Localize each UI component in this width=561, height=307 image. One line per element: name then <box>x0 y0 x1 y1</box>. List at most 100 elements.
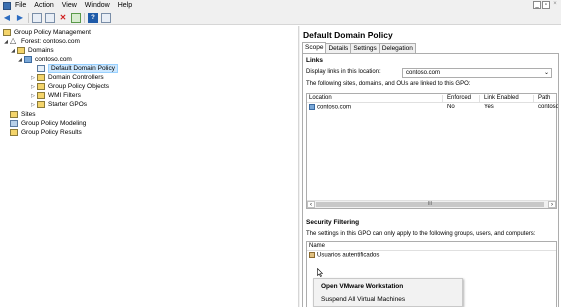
folder-icon <box>37 92 45 99</box>
location-value: contoso.com <box>406 70 441 76</box>
tree-item-starter-gpos[interactable]: ▷ Starter GPOs <box>30 100 87 109</box>
tree-item-label: Domain Controllers <box>48 74 104 81</box>
expand-chevron-icon[interactable]: ▷ <box>30 75 36 81</box>
tree-modeling[interactable]: Group Policy Modeling <box>9 119 86 128</box>
tree-results[interactable]: Group Policy Results <box>9 128 82 137</box>
links-grid: Location Enforced Link Enabled Path cont… <box>306 93 558 209</box>
list-item[interactable]: Usuarios autentificados <box>307 252 556 260</box>
chevron-down-icon[interactable]: ⌄ <box>544 69 549 77</box>
menu-file[interactable]: File <box>15 2 26 9</box>
forest-icon <box>10 36 18 45</box>
mouse-cursor-icon <box>317 268 323 277</box>
tree-item-group-policy-objects[interactable]: ▷ Group Policy Objects <box>30 82 109 91</box>
menu-help[interactable]: Help <box>118 2 132 9</box>
security-heading: Security Filtering <box>306 219 360 226</box>
menu-action[interactable]: Action <box>34 2 53 9</box>
tree-forest[interactable]: ◢ Forest: contoso.com <box>3 36 80 46</box>
tree-item-label: Default Domain Policy <box>48 64 118 73</box>
tab-delegation[interactable]: Delegation <box>378 43 416 53</box>
detail-title: Default Domain Policy <box>303 30 393 40</box>
detail-tabs: Scope Details Settings Delegation <box>302 42 416 53</box>
table-row[interactable]: contoso.com No Yes contoso <box>307 104 558 112</box>
menu-view[interactable]: View <box>62 2 77 9</box>
col-location[interactable]: Location <box>307 95 443 103</box>
collapse-chevron-icon[interactable]: ◢ <box>3 39 9 45</box>
toolbar-divider <box>28 12 29 23</box>
context-menu: Open VMware Workstation Suspend All Virt… <box>313 278 463 307</box>
scroll-right-icon[interactable]: › <box>548 201 556 208</box>
col-link-enabled[interactable]: Link Enabled <box>482 95 534 103</box>
tree-item-label: Group Policy Objects <box>48 83 110 90</box>
tree-domain[interactable]: ◢ contoso.com <box>17 55 72 64</box>
links-heading: Links <box>306 57 323 64</box>
ou-folder-icon <box>37 74 45 81</box>
toolbar-divider <box>84 12 85 23</box>
location-dropdown[interactable]: contoso.com ⌄ <box>402 68 552 78</box>
minimize-icon[interactable]: _ <box>533 1 541 9</box>
menu-item-open-vmware[interactable]: Open VMware Workstation <box>314 280 462 293</box>
tab-details[interactable]: Details <box>325 43 352 53</box>
tree-modeling-label: Group Policy Modeling <box>21 120 87 127</box>
tree-item-default-domain-policy[interactable]: Default Domain Policy <box>30 64 118 73</box>
domain-icon <box>24 56 32 63</box>
tree-forest-label: Forest: contoso.com <box>21 38 80 45</box>
link-enforced: No <box>447 104 455 110</box>
detail-pane: Default Domain Policy Scope Details Sett… <box>300 26 561 307</box>
expand-chevron-icon[interactable]: ▷ <box>30 93 36 99</box>
folder-icon[interactable] <box>32 12 42 23</box>
help-icon[interactable]: ? <box>88 12 98 23</box>
scroll-left-icon[interactable]: ‹ <box>307 201 315 208</box>
tree-domain-label: contoso.com <box>35 56 72 63</box>
tree-domains[interactable]: ◢ Domains <box>10 46 54 55</box>
tree-sites[interactable]: Sites <box>9 110 35 119</box>
tree-item-label: Starter GPOs <box>48 101 88 108</box>
link-location: contoso.com <box>317 104 352 111</box>
folder-icon <box>37 83 45 90</box>
expand-chevron-icon[interactable]: ▷ <box>30 84 36 90</box>
back-arrow-icon[interactable]: ◀ <box>2 13 12 23</box>
delete-icon[interactable]: ✕ <box>58 13 68 23</box>
collapse-chevron-icon[interactable]: ◢ <box>10 48 16 54</box>
menu-item-suspend-all[interactable]: Suspend All Virtual Machines <box>314 293 462 306</box>
collapse-chevron-icon[interactable]: ◢ <box>17 57 23 63</box>
results-folder-icon <box>10 129 18 136</box>
scope-panel: Links Display links in this location: Th… <box>302 53 559 307</box>
link-path: contoso <box>538 104 558 110</box>
col-enforced[interactable]: Enforced <box>445 95 480 103</box>
domain-icon <box>309 104 315 110</box>
security-description: The settings in this GPO can only apply … <box>306 231 536 237</box>
scroll-thumb[interactable]: III <box>316 202 544 207</box>
security-principal: Usuarios autentificados <box>317 252 380 259</box>
col-name[interactable]: Name <box>307 243 558 251</box>
refresh-icon[interactable] <box>71 12 81 23</box>
tree-root-label: Group Policy Management <box>14 29 91 36</box>
forward-arrow-icon[interactable]: ▶ <box>15 13 25 23</box>
window-controls: _ ▫ × <box>533 1 559 9</box>
tree-results-label: Group Policy Results <box>21 129 82 136</box>
menu-bar: File Action View Window Help _ ▫ × <box>0 0 561 11</box>
tree-item-wmi-filters[interactable]: ▷ WMI Filters <box>30 91 81 100</box>
tree-item-domain-controllers[interactable]: ▷ Domain Controllers <box>30 73 104 82</box>
gpmc-app-icon <box>3 1 11 10</box>
security-grid-header: Name <box>307 242 556 251</box>
restore-icon[interactable]: ▫ <box>542 1 550 9</box>
gpm-root-icon <box>3 29 11 36</box>
linked-description: The following sites, domains, and OUs ar… <box>306 81 471 87</box>
menu-window[interactable]: Window <box>85 2 110 9</box>
tab-settings[interactable]: Settings <box>350 43 380 53</box>
links-grid-header: Location Enforced Link Enabled Path <box>307 94 556 103</box>
tab-scope[interactable]: Scope <box>302 42 327 53</box>
console-tree-icon[interactable] <box>45 12 55 23</box>
tree-item-label: WMI Filters <box>48 92 81 99</box>
gpo-link-icon <box>37 65 45 72</box>
expand-chevron-icon[interactable]: ▷ <box>30 102 36 108</box>
location-label: Display links in this location: <box>306 69 381 75</box>
properties-icon[interactable] <box>101 12 111 23</box>
sites-folder-icon <box>10 111 18 118</box>
horizontal-scrollbar[interactable]: ‹ III › <box>307 200 556 208</box>
link-enabled: Yes <box>484 104 494 110</box>
domains-folder-icon <box>17 47 25 54</box>
col-path[interactable]: Path <box>536 95 558 103</box>
close-icon[interactable]: × <box>551 1 559 9</box>
users-group-icon <box>309 252 315 258</box>
